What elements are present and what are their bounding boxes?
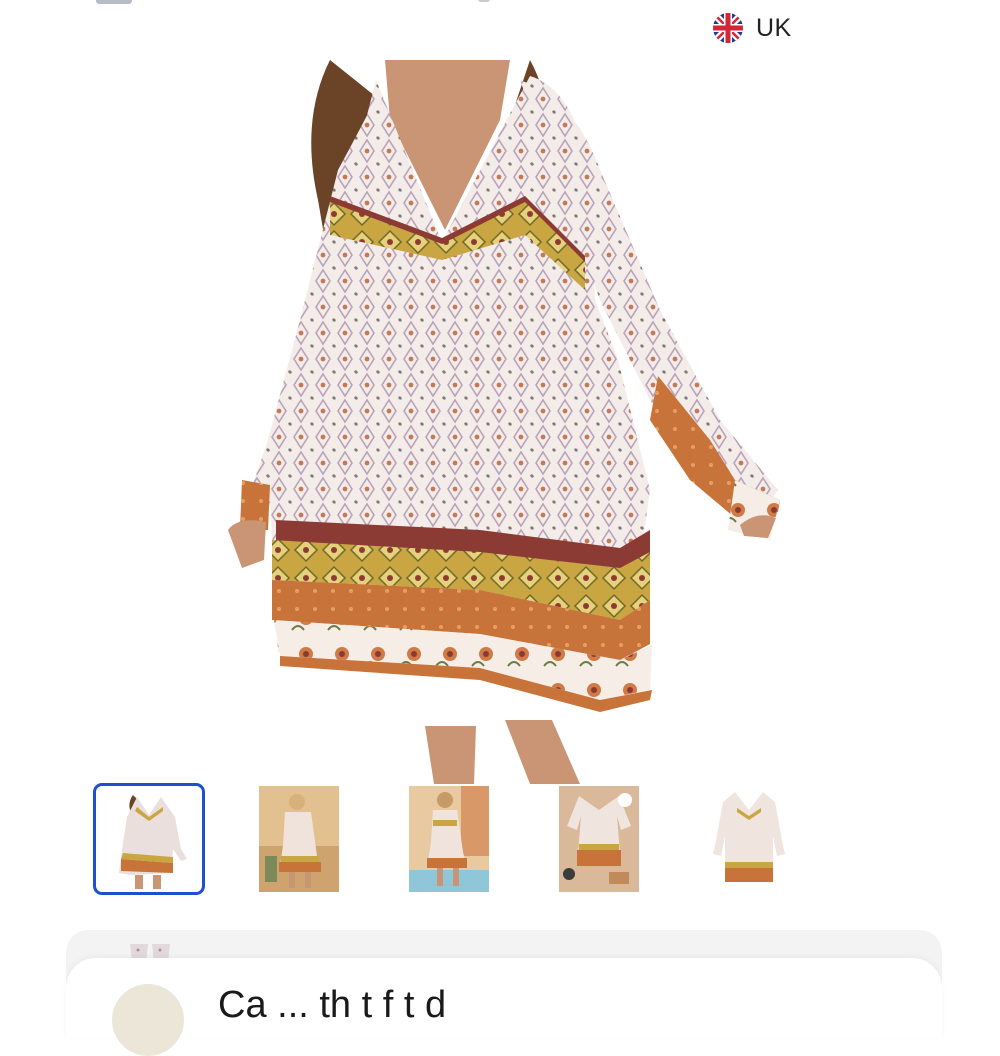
seller-avatar[interactable] xyxy=(112,984,184,1056)
top-toolbar-icon[interactable] xyxy=(96,0,132,4)
thumbnail-5[interactable] xyxy=(693,783,805,895)
bottom-sheet-card[interactable] xyxy=(66,958,942,1038)
region-label: UK xyxy=(756,13,792,42)
region-selector[interactable]: UK xyxy=(712,12,792,44)
dress-flatlay-thumb xyxy=(559,786,639,892)
dress-product-only-thumb xyxy=(709,786,789,892)
thumbnail-2[interactable] xyxy=(243,783,355,895)
dress-outdoor-walk-thumb xyxy=(409,786,489,892)
boho-dress-photo xyxy=(228,60,780,784)
uk-flag-icon xyxy=(713,13,743,43)
thumbnail-strip xyxy=(90,783,910,899)
thumbnail-1[interactable] xyxy=(93,783,205,895)
dress-studio-front-thumb xyxy=(101,789,197,889)
thumbnail-3[interactable] xyxy=(393,783,505,895)
bottom-sheet-title: Ca ... th t f t d xyxy=(218,984,447,1026)
product-main-image[interactable] xyxy=(180,60,820,784)
dress-outdoor-pose-thumb xyxy=(259,786,339,892)
thumbnail-4[interactable] xyxy=(543,783,655,895)
top-toolbar-indicator xyxy=(478,0,490,2)
